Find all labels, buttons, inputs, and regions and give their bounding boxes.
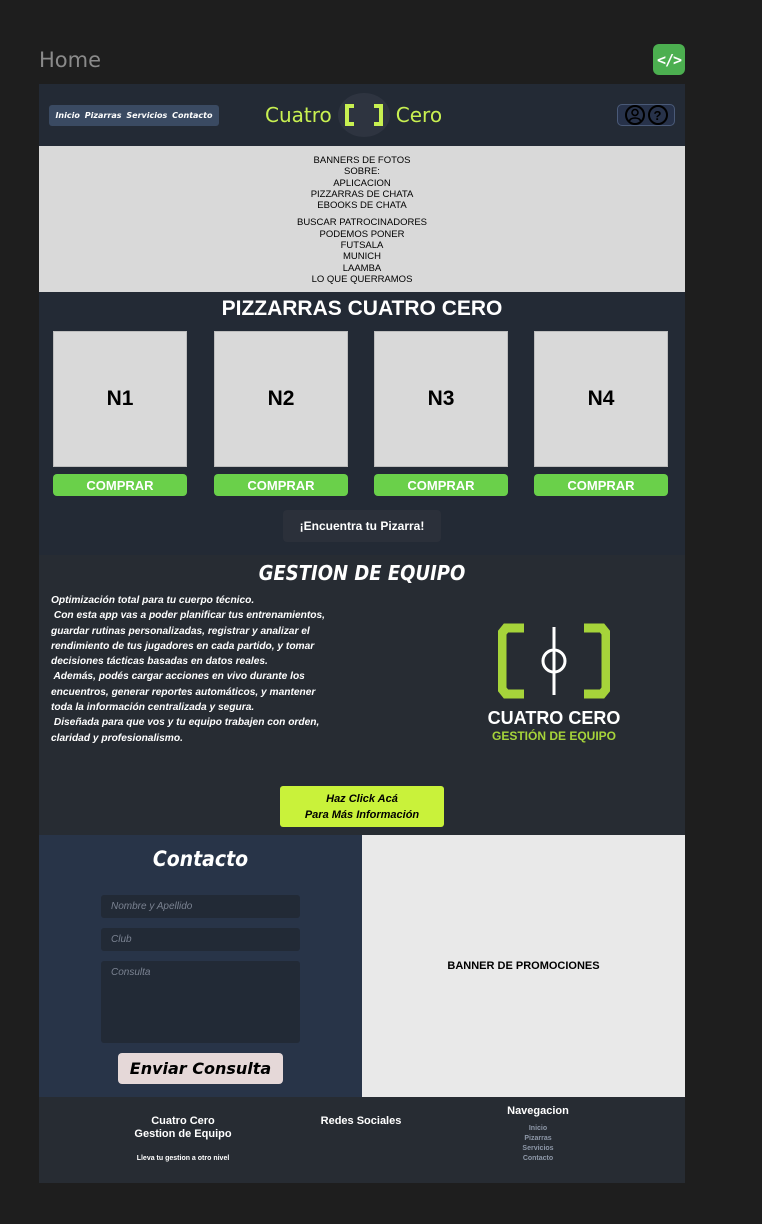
gestion-section: GESTION DE EQUIPO Optimización total par… xyxy=(39,555,685,835)
pizarra-card-n1[interactable]: N1 xyxy=(53,331,187,467)
gestion-text-line: claridad y profesionalismo. xyxy=(51,732,183,744)
nav-link-inicio[interactable]: Inicio xyxy=(55,111,79,120)
photo-banner: BANNERS DE FOTOS SOBRE: APLICACION PIZZA… xyxy=(39,146,685,292)
banner-line: FUTSALA xyxy=(340,240,384,252)
banner-line: EBOOKS DE CHATA xyxy=(317,200,407,212)
brand-logo-link[interactable]: Cuatro Cero xyxy=(265,93,443,137)
contact-title: Contacto xyxy=(152,847,249,871)
brackets-logo-icon xyxy=(337,93,390,137)
banner-line: LAAMBA xyxy=(342,262,382,274)
buy-button-n1[interactable]: COMPRAR xyxy=(53,474,187,496)
nav-link-servicios[interactable]: Servicios xyxy=(126,111,167,120)
brand-word-right: Cero xyxy=(395,103,443,127)
main-nav: Inicio Pizarras Servicios Contacto xyxy=(49,105,219,126)
gestion-text-line: toda la información centralizada y segur… xyxy=(51,702,255,714)
more-info-button[interactable]: Haz Click Acá Para Más Información xyxy=(280,786,444,827)
send-query-button[interactable]: Enviar Consulta xyxy=(118,1053,283,1084)
footer-tagline: Lleva tu gestion a otro nivel xyxy=(136,1155,230,1162)
pizarra-card-n4[interactable]: N4 xyxy=(534,331,668,467)
gestion-text-line: Con esta app vas a poder planificar tus … xyxy=(51,610,326,622)
frame-label: Home xyxy=(39,48,102,72)
pizarra-card-label: N4 xyxy=(587,387,615,410)
footer-brand-line1: Cuatro Cero xyxy=(151,1115,215,1127)
name-field[interactable]: Nombre y Apellido xyxy=(101,895,300,918)
footer-link-pizarras[interactable]: Pizarras xyxy=(448,1134,628,1144)
footer-nav-title: Navegacion xyxy=(507,1105,569,1117)
home-frame: Inicio Pizarras Servicios Contacto Cuatr… xyxy=(39,84,685,1183)
footer-link-contacto[interactable]: Contacto xyxy=(448,1154,628,1164)
gestion-text-line: Además, podés cargar acciones en vivo du… xyxy=(51,671,305,683)
help-icon[interactable]: ? xyxy=(647,105,668,125)
banner-line: APLICACION xyxy=(333,177,391,189)
buy-button-n3[interactable]: COMPRAR xyxy=(374,474,508,496)
banner-line: PIZZARRAS DE CHATA xyxy=(310,188,414,200)
club-field[interactable]: Club xyxy=(101,928,300,951)
pizarra-card-label: N3 xyxy=(427,387,455,410)
gestion-text-line: encuentros, generar reportes automáticos… xyxy=(51,686,316,698)
promo-banner: BANNER DE PROMOCIONES xyxy=(362,835,685,1097)
footer-link-servicios[interactable]: Servicios xyxy=(448,1144,628,1154)
banner-line: SOBRE: xyxy=(344,166,380,178)
logo-name: CUATRO CERO xyxy=(487,708,621,728)
banner-line: PODEMOS PONER xyxy=(319,228,405,240)
banner-line: BUSCAR PATROCINADORES xyxy=(296,217,428,229)
pizarras-title: PIZZARRAS CUATRO CERO xyxy=(221,297,503,320)
gestion-text-line: decisiones tácticas basadas en datos rea… xyxy=(51,656,268,668)
site-header: Inicio Pizarras Servicios Contacto Cuatr… xyxy=(39,84,685,146)
footer-nav-links: Inicio Pizarras Servicios Contacto xyxy=(448,1124,628,1164)
nav-link-pizarras[interactable]: Pizarras xyxy=(85,111,122,120)
contact-section: Contacto Nombre y Apellido Club Consulta… xyxy=(39,835,362,1097)
pizarra-card-label: N2 xyxy=(267,387,295,410)
footer-brand-line2: Gestion de Equipo xyxy=(134,1128,232,1140)
more-info-line2: Para Más Información xyxy=(304,808,420,821)
field-brackets-logo-icon xyxy=(497,623,611,699)
code-brackets-icon[interactable]: </> xyxy=(653,44,685,75)
banner-line: LO QUE QUERRAMOS xyxy=(311,273,413,285)
promo-banner-label: BANNER DE PROMOCIONES xyxy=(447,960,600,972)
footer-brand: Cuatro Cero Gestion de Equipo xyxy=(93,1115,273,1141)
query-textarea[interactable]: Consulta xyxy=(101,961,300,1043)
gestion-text-line: Optimización total para tu cuerpo técnic… xyxy=(51,595,255,606)
account-icons: ? xyxy=(617,104,675,126)
buy-button-n4[interactable]: COMPRAR xyxy=(534,474,668,496)
gestion-text-line: Diseñada para que vos y tu equipo trabaj… xyxy=(51,717,320,729)
brand-word-left: Cuatro xyxy=(265,103,332,127)
footer-social-title: Redes Sociales xyxy=(320,1115,402,1127)
cuatro-cero-logo: CUATRO CERO GESTIÓN DE EQUIPO xyxy=(479,623,629,743)
footer-link-inicio[interactable]: Inicio xyxy=(448,1124,628,1134)
nav-link-contacto[interactable]: Contacto xyxy=(172,111,212,120)
gestion-text-line: guardar rutinas personalizadas, registra… xyxy=(51,625,310,637)
user-icon[interactable] xyxy=(624,105,645,125)
gestion-title: GESTION DE EQUIPO xyxy=(258,561,466,585)
pizarra-card-n3[interactable]: N3 xyxy=(374,331,508,467)
find-pizarra-button[interactable]: ¡Encuentra tu Pizarra! xyxy=(283,510,441,542)
gestion-description: Optimización total para tu cuerpo técnic… xyxy=(51,593,351,746)
pizarra-card-n2[interactable]: N2 xyxy=(214,331,348,467)
site-footer: Cuatro Cero Gestion de Equipo Lleva tu g… xyxy=(39,1097,685,1183)
logo-subtitle: GESTIÓN DE EQUIPO xyxy=(491,729,617,743)
buy-button-n2[interactable]: COMPRAR xyxy=(214,474,348,496)
banner-line: BANNERS DE FOTOS xyxy=(313,155,411,166)
banner-line: MUNICH xyxy=(343,251,381,263)
gestion-text-line: rendimiento de tus jugadores en cada par… xyxy=(51,640,315,652)
more-info-line1: Haz Click Acá xyxy=(326,792,398,805)
pizarra-card-label: N1 xyxy=(106,387,134,410)
